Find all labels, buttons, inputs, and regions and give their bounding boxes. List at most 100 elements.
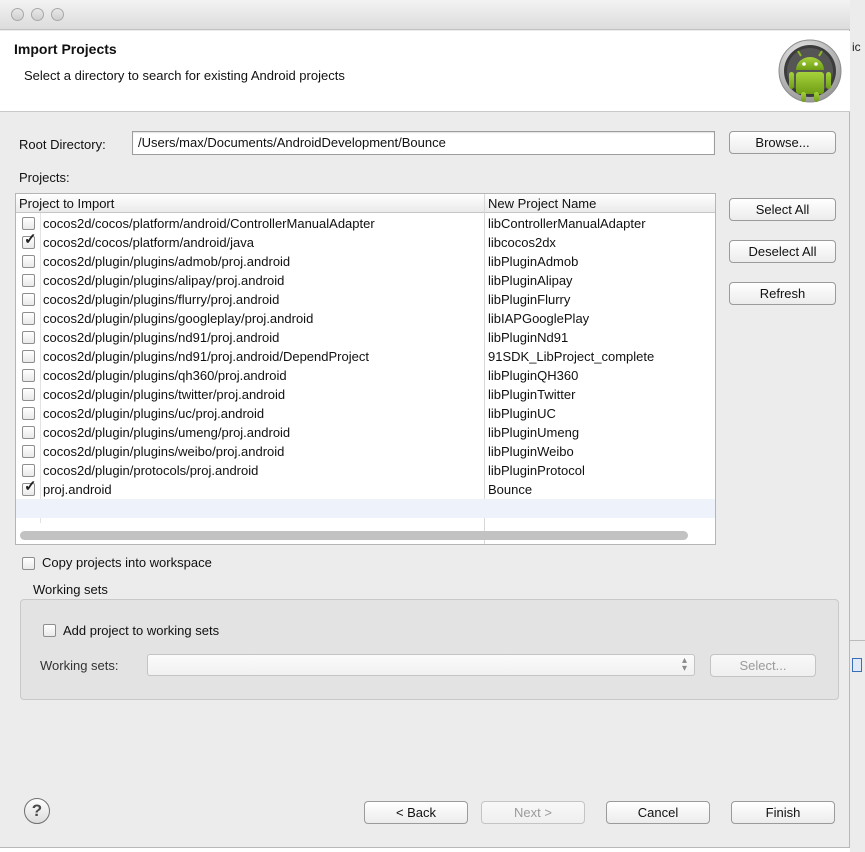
background-window-edge: ic	[850, 0, 865, 852]
working-sets-group-label: Working sets	[33, 582, 108, 597]
project-path: proj.android	[43, 482, 112, 497]
new-project-name[interactable]: libPluginWeibo	[488, 444, 574, 459]
project-path: cocos2d/plugin/plugins/uc/proj.android	[43, 406, 265, 421]
deselect-all-button[interactable]: Deselect All	[729, 240, 836, 263]
refresh-button[interactable]: Refresh	[729, 282, 836, 305]
empty-row	[16, 499, 715, 518]
project-path: cocos2d/cocos/platform/android/Controlle…	[43, 216, 375, 231]
new-project-name[interactable]: libControllerManualAdapter	[488, 216, 646, 231]
table-row[interactable]: cocos2d/plugin/plugins/qh360/proj.androi…	[16, 366, 715, 385]
project-path: cocos2d/cocos/platform/android/java	[43, 235, 255, 250]
project-checkbox[interactable]	[22, 369, 35, 382]
new-project-name[interactable]: libPluginProtocol	[488, 463, 585, 478]
new-project-name[interactable]: libPluginNd91	[488, 330, 568, 345]
project-checkbox[interactable]	[22, 407, 35, 420]
working-sets-field-label: Working sets:	[40, 658, 119, 673]
minimize-window-button[interactable]	[31, 8, 44, 21]
new-project-name[interactable]: libPluginUmeng	[488, 425, 579, 440]
table-row[interactable]: cocos2d/plugin/plugins/twitter/proj.andr…	[16, 385, 715, 404]
project-path: cocos2d/plugin/plugins/admob/proj.androi…	[43, 254, 291, 269]
project-checkbox[interactable]	[22, 350, 35, 363]
table-row[interactable]: cocos2d/plugin/plugins/uc/proj.android li…	[16, 404, 715, 423]
project-path: cocos2d/plugin/protocols/proj.android	[43, 463, 259, 478]
project-path: cocos2d/plugin/plugins/alipay/proj.andro…	[43, 273, 285, 288]
project-path: cocos2d/plugin/plugins/googleplay/proj.a…	[43, 311, 314, 326]
project-path: cocos2d/plugin/plugins/nd91/proj.android…	[43, 349, 369, 364]
table-row[interactable]: cocos2d/plugin/protocols/proj.android lib…	[16, 461, 715, 480]
table-row[interactable]: cocos2d/plugin/plugins/admob/proj.androi…	[16, 252, 715, 271]
project-checkbox[interactable]	[22, 255, 35, 268]
project-path: cocos2d/plugin/plugins/weibo/proj.androi…	[43, 444, 285, 459]
project-path: cocos2d/plugin/plugins/umeng/proj.androi…	[43, 425, 291, 440]
finish-button[interactable]: Finish	[731, 801, 835, 824]
new-project-name[interactable]: libPluginFlurry	[488, 292, 570, 307]
table-row[interactable]: cocos2d/plugin/plugins/nd91/proj.android…	[16, 347, 715, 366]
new-project-name[interactable]: libIAPGooglePlay	[488, 311, 589, 326]
new-project-name[interactable]: libPluginAlipay	[488, 273, 573, 288]
project-path: cocos2d/plugin/plugins/twitter/proj.andr…	[43, 387, 286, 402]
project-checkbox[interactable]: ✓	[22, 232, 37, 249]
column-project-to-import[interactable]: Project to Import	[19, 196, 114, 211]
add-to-working-sets-checkbox[interactable]	[43, 624, 56, 637]
cancel-button[interactable]: Cancel	[606, 801, 710, 824]
project-checkbox[interactable]	[22, 217, 35, 230]
project-path: cocos2d/plugin/plugins/qh360/proj.androi…	[43, 368, 287, 383]
wizard-header: Import Projects Select a directory to se…	[0, 31, 850, 112]
new-project-name[interactable]: libPluginTwitter	[488, 387, 575, 402]
project-path: cocos2d/plugin/plugins/flurry/proj.andro…	[43, 292, 280, 307]
android-logo-icon	[778, 39, 842, 103]
project-path: cocos2d/plugin/plugins/nd91/proj.android	[43, 330, 280, 345]
projects-table-body: cocos2d/cocos/platform/android/Controlle…	[16, 214, 715, 518]
projects-table: Project to Import New Project Name cocos…	[15, 193, 716, 545]
project-checkbox[interactable]	[22, 464, 35, 477]
table-row[interactable]: ✓ proj.android Bounce	[16, 479, 715, 499]
column-new-project-name[interactable]: New Project Name	[488, 196, 596, 211]
zoom-window-button[interactable]	[51, 8, 64, 21]
project-checkbox[interactable]	[22, 331, 35, 344]
back-button[interactable]: < Back	[364, 801, 468, 824]
new-project-name[interactable]: Bounce	[488, 482, 532, 497]
help-icon[interactable]: ?	[24, 798, 50, 824]
root-directory-label: Root Directory:	[19, 137, 106, 152]
add-to-working-sets-label: Add project to working sets	[63, 623, 220, 638]
import-projects-dialog: Import Projects Select a directory to se…	[0, 0, 850, 848]
new-project-name[interactable]: 91SDK_LibProject_complete	[488, 349, 654, 364]
project-checkbox[interactable]	[22, 445, 35, 458]
background-icon	[852, 658, 862, 672]
select-arrows-icon: ▴ ▾	[681, 655, 687, 674]
table-row[interactable]: cocos2d/plugin/plugins/googleplay/proj.a…	[16, 309, 715, 328]
select-working-sets-button[interactable]: Select...	[710, 654, 816, 677]
project-checkbox[interactable]	[22, 274, 35, 287]
table-row[interactable]: cocos2d/plugin/plugins/umeng/proj.androi…	[16, 423, 715, 442]
select-all-button[interactable]: Select All	[729, 198, 836, 221]
table-row[interactable]: cocos2d/plugin/plugins/nd91/proj.android…	[16, 328, 715, 347]
root-directory-field[interactable]: /Users/max/Documents/AndroidDevelopment/…	[132, 131, 715, 155]
project-checkbox[interactable]	[22, 388, 35, 401]
working-sets-select[interactable]: ▴ ▾	[147, 654, 695, 676]
next-button[interactable]: Next >	[481, 801, 585, 824]
browse-button[interactable]: Browse...	[729, 131, 836, 154]
new-project-name[interactable]: libcocos2dx	[488, 235, 556, 250]
background-divider	[850, 640, 865, 641]
close-window-button[interactable]	[11, 8, 24, 21]
project-checkbox[interactable]	[22, 426, 35, 439]
projects-table-header: Project to Import New Project Name	[16, 194, 715, 213]
title-bar	[0, 0, 850, 30]
wizard-title: Import Projects	[14, 41, 117, 57]
project-checkbox[interactable]	[22, 312, 35, 325]
new-project-name[interactable]: libPluginUC	[488, 406, 556, 421]
copy-projects-checkbox[interactable]	[22, 557, 35, 570]
table-row[interactable]: cocos2d/plugin/plugins/flurry/proj.andro…	[16, 290, 715, 309]
new-project-name[interactable]: libPluginQH360	[488, 368, 578, 383]
table-row[interactable]: ✓ cocos2d/cocos/platform/android/java libc…	[16, 232, 715, 252]
table-row[interactable]: cocos2d/cocos/platform/android/Controlle…	[16, 214, 715, 233]
checkmark-icon: ✓	[24, 478, 37, 495]
horizontal-scrollbar[interactable]	[20, 531, 688, 540]
project-checkbox[interactable]: ✓	[22, 479, 37, 496]
project-checkbox[interactable]	[22, 293, 35, 306]
table-row[interactable]: cocos2d/plugin/plugins/alipay/proj.andro…	[16, 271, 715, 290]
table-row[interactable]: cocos2d/plugin/plugins/weibo/proj.androi…	[16, 442, 715, 461]
new-project-name[interactable]: libPluginAdmob	[488, 254, 578, 269]
projects-label: Projects:	[19, 170, 70, 185]
background-partial-text: ic	[852, 40, 861, 54]
